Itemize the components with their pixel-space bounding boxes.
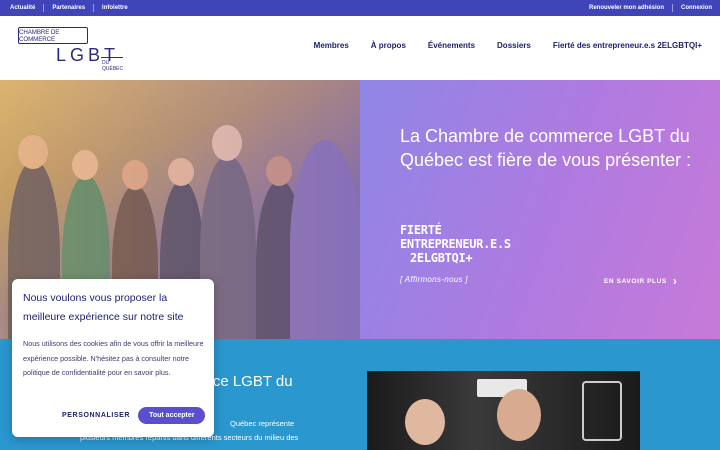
site-logo[interactable]: CHAMBRE DE COMMERCE LGBT DU QUÉBEC	[18, 27, 128, 72]
about-photo	[367, 371, 640, 450]
hero-promo-panel: La Chambre de commerce LGBT du Québec es…	[360, 80, 720, 339]
nav-item-a-propos[interactable]: À propos	[371, 41, 406, 50]
learn-more-link[interactable]: EN SAVOIR PLUS ›	[604, 274, 678, 288]
photo-person	[405, 399, 445, 445]
top-link-infolettre[interactable]: Infolettre	[94, 4, 128, 12]
cookie-body: Nous utilisons des cookies afin de vous …	[23, 339, 204, 377]
logo-box: CHAMBRE DE COMMERCE	[18, 27, 88, 44]
top-utility-bar: Actualité Partenaires Infolettre Renouve…	[0, 0, 720, 16]
top-link-actualite[interactable]: Actualité	[10, 4, 45, 12]
cookie-actions: PERSONNALISER Tout accepter	[62, 407, 206, 424]
cookie-title: Nous voulons vous proposer la meilleure …	[23, 292, 184, 323]
fierte-badge: FIERTÉ ENTREPRENEUR.E.S 2ELGBTQI+	[400, 223, 511, 265]
fierte-badge-line: ENTREPRENEUR.E.S	[400, 237, 511, 251]
logo-divider	[101, 57, 123, 58]
fierte-badge-line: 2ELGBTQI+	[410, 251, 473, 265]
top-right-links: Renouveler mon adhésion Connexion	[589, 4, 712, 12]
top-link-partenaires[interactable]: Partenaires	[44, 4, 95, 12]
top-link-renouveler[interactable]: Renouveler mon adhésion	[589, 4, 673, 12]
personalize-button[interactable]: PERSONNALISER	[62, 412, 130, 419]
fierte-badge-line: FIERTÉ	[400, 223, 442, 237]
photo-logo-shape	[582, 381, 622, 441]
site-header: CHAMBRE DE COMMERCE LGBT DU QUÉBEC Membr…	[0, 16, 720, 80]
fierte-tagline: [ Affirmons-nous ]	[400, 275, 468, 284]
nav-item-evenements[interactable]: Événements	[428, 41, 475, 50]
chevron-right-icon: ›	[672, 274, 678, 288]
logo-sub-text: DU QUÉBEC	[102, 60, 124, 72]
top-link-connexion[interactable]: Connexion	[673, 4, 712, 12]
accept-all-button[interactable]: Tout accepter	[138, 407, 206, 424]
nav-item-dossiers[interactable]: Dossiers	[497, 41, 531, 50]
cookie-consent-dialog: Nous voulons vous proposer la meilleure …	[12, 279, 214, 437]
hero-title: La Chambre de commerce LGBT du Québec es…	[400, 126, 692, 170]
nav-item-membres[interactable]: Membres	[314, 41, 349, 50]
nav-item-fierte[interactable]: Fierté des entrepreneur.e.s 2ELGBTQI+	[553, 41, 702, 50]
top-left-links: Actualité Partenaires Infolettre	[10, 4, 128, 12]
photo-person	[497, 389, 541, 441]
logo-box-text: CHAMBRE DE COMMERCE	[19, 28, 60, 43]
learn-more-label: EN SAVOIR PLUS	[604, 277, 667, 285]
main-nav: Membres À propos Événements Dossiers Fie…	[292, 41, 702, 50]
